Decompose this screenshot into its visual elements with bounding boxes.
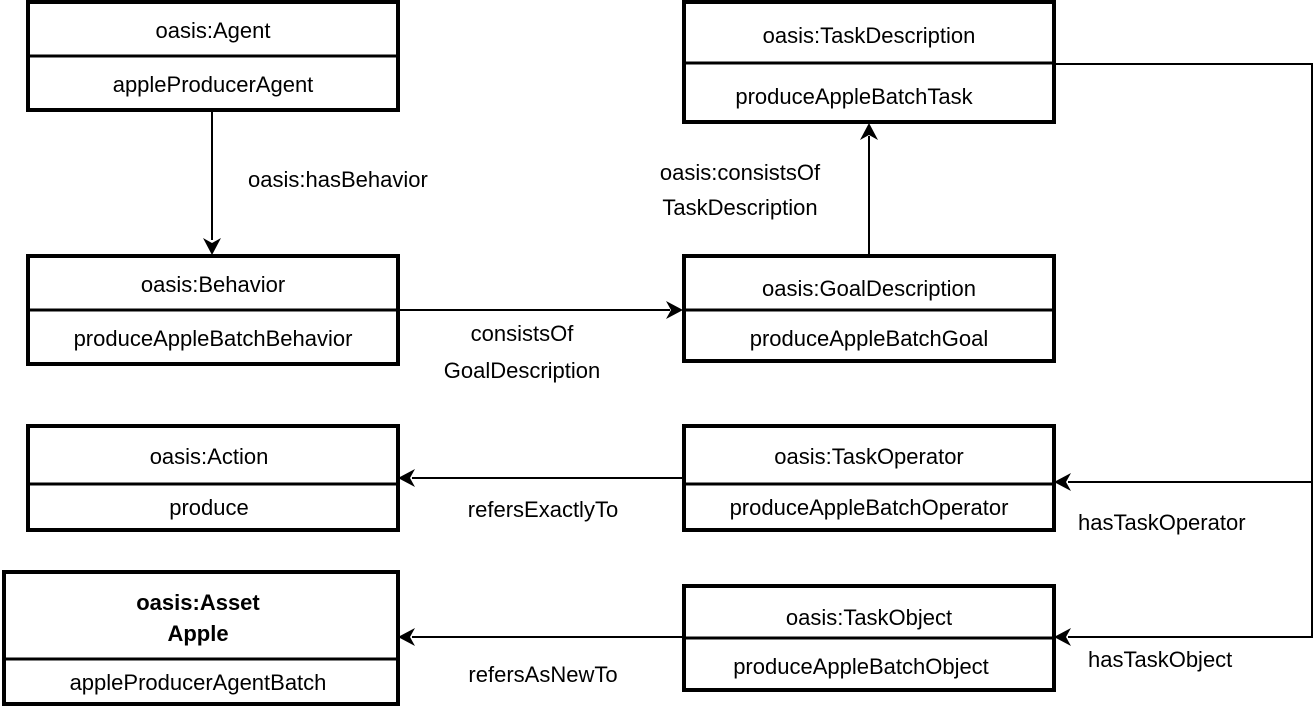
node-instance: produceAppleBatchOperator [730,495,1009,520]
edge-label: refersAsNewTo [468,662,617,687]
edge-label: refersExactlyTo [468,497,618,522]
edge-has-task-operator: hasTaskOperator [1054,63,1313,535]
node-agent: oasis:Agent appleProducerAgent [26,0,400,112]
node-type: oasis:TaskDescription [763,23,976,48]
node-type-line2: Apple [167,621,228,646]
node-instance: appleProducerAgent [113,72,314,97]
edge-label: GoalDescription [444,358,601,383]
node-type: oasis:TaskObject [786,605,952,630]
node-type: oasis:GoalDescription [762,276,976,301]
node-type: oasis:Action [150,444,269,469]
edge-has-behavior: oasis:hasBehavior [203,110,428,255]
edge-label: consistsOf [471,321,575,346]
node-behavior: oasis:Behavior produceAppleBatchBehavior [26,254,400,366]
arrowhead-icon [203,238,221,255]
edge-label: oasis:hasBehavior [248,167,428,192]
node-type: oasis:TaskOperator [774,444,964,469]
edge-label: hasTaskOperator [1078,510,1246,535]
node-instance: appleProducerAgentBatch [70,670,327,695]
node-task-description: oasis:TaskDescription produceAppleBatchT… [682,0,1056,124]
node-asset: oasis:Asset Apple appleProducerAgentBatc… [2,570,400,706]
node-instance: produceAppleBatchTask [735,84,973,109]
edge-refers-exactly-to: refersExactlyTo [398,469,683,522]
node-action: oasis:Action produce [26,424,400,532]
edge-label: hasTaskObject [1088,647,1232,672]
edge-refers-as-new-to: refersAsNewTo [398,628,683,687]
node-type: oasis:Agent [156,18,271,43]
node-instance: produce [169,495,249,520]
node-instance: produceAppleBatchGoal [750,326,989,351]
edge-label: oasis:consistsOf [660,160,821,185]
node-type: oasis:Behavior [141,272,285,297]
edge-label: TaskDescription [662,195,817,220]
diagram: oasis:hasBehavior consistsOf GoalDescrip… [2,0,1313,706]
edge-consists-of-goal: consistsOf GoalDescription [398,301,683,383]
node-type: oasis:Asset [136,590,260,615]
node-task-object: oasis:TaskObject produceAppleBatchObject [682,584,1056,692]
edge-consists-of-task: oasis:consistsOf TaskDescription [660,123,878,255]
node-instance: produceAppleBatchBehavior [74,326,353,351]
node-task-operator: oasis:TaskOperator produceAppleBatchOper… [682,424,1056,532]
node-instance: produceAppleBatchObject [733,654,989,679]
node-goal-description: oasis:GoalDescription produceAppleBatchG… [682,254,1056,363]
